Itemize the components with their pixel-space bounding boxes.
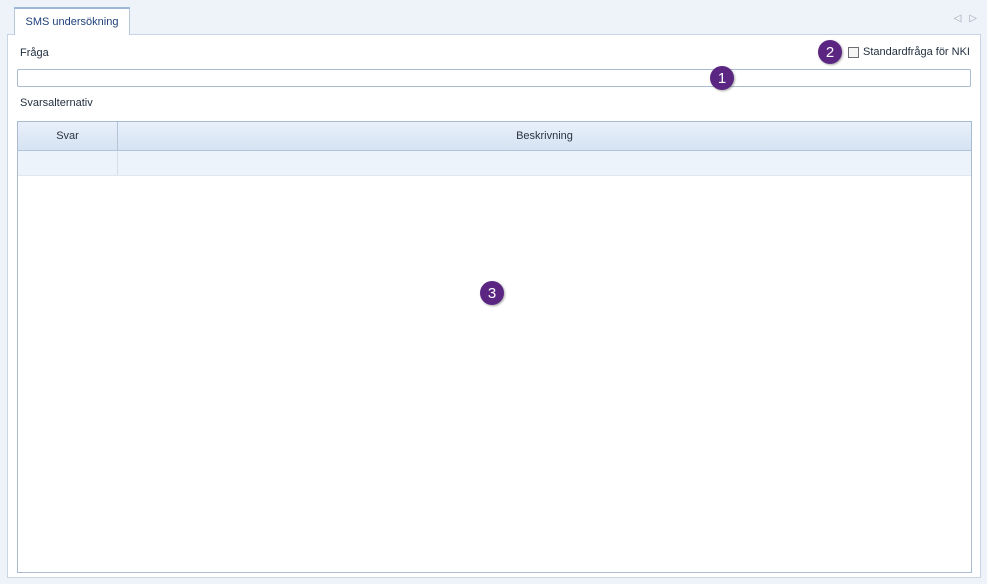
column-header-beskrivning[interactable]: Beskrivning bbox=[118, 122, 971, 150]
answers-label: Svarsalternativ bbox=[20, 97, 93, 109]
tab-sms-survey[interactable]: SMS undersökning bbox=[14, 7, 130, 35]
nki-standard-question-toggle[interactable]: Standardfråga för NKI bbox=[847, 46, 970, 58]
chevron-left-icon[interactable]: ◁ bbox=[954, 13, 962, 25]
annotation-badge-3: 3 bbox=[480, 281, 504, 305]
tab-label: SMS undersökning bbox=[25, 15, 119, 28]
tab-scroll-controls: ◁ ▷ bbox=[954, 13, 977, 25]
column-header-svar[interactable]: Svar bbox=[18, 122, 118, 150]
survey-panel: Fråga Standardfråga för NKI Svarsalterna… bbox=[7, 34, 981, 578]
annotation-badge-2: 2 bbox=[818, 40, 842, 64]
annotation-badge-1: 1 bbox=[710, 66, 734, 90]
question-label: Fråga bbox=[20, 47, 49, 59]
cell-beskrivning[interactable] bbox=[118, 151, 971, 175]
grid-header: Svar Beskrivning bbox=[18, 122, 971, 151]
question-input[interactable] bbox=[17, 69, 971, 87]
nki-checkbox-label: Standardfråga för NKI bbox=[862, 46, 970, 58]
table-row[interactable] bbox=[18, 151, 971, 176]
chevron-right-icon[interactable]: ▷ bbox=[969, 13, 977, 25]
cell-svar[interactable] bbox=[18, 151, 118, 175]
nki-checkbox[interactable] bbox=[847, 46, 859, 58]
answers-grid[interactable]: Svar Beskrivning bbox=[17, 121, 972, 573]
